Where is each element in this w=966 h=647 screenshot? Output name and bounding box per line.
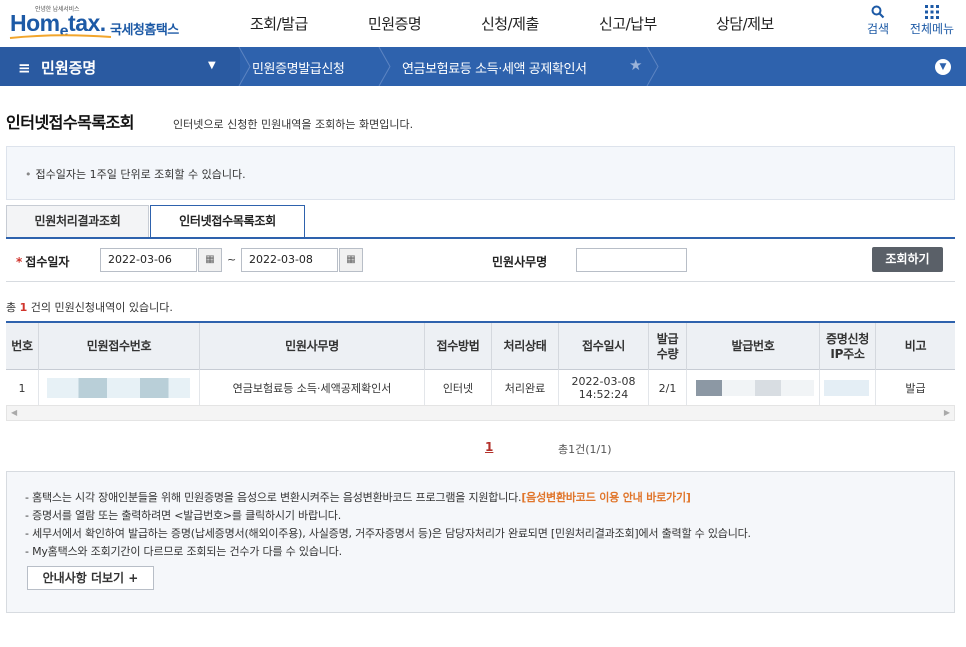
hometax-logo[interactable]: 안녕한 납세서비스 Hometax. 국세청홈택스 — [8, 4, 193, 44]
notice-box: • 접수일자는 1주일 단위로 조회할 수 있습니다. — [6, 146, 955, 200]
caret-down-icon: ▼ — [208, 60, 216, 71]
column-header: 비고 — [904, 339, 927, 353]
guide-box: - 홈택스는 시각 장애인분들을 위해 민원증명을 음성으로 변환시켜주는 음성… — [6, 471, 955, 613]
column-header: 발급번호 — [687, 323, 820, 370]
guide-item: - 증명서를 열람 또는 출력하려면 <발급번호>를 클릭하시기 바랍니다. — [25, 509, 342, 522]
breadcrumb-separator-icon — [238, 47, 251, 86]
search-form: * 접수일자 2022-03-06 ▦ ~ 2022-03-08 ▦ 민원사무명 … — [6, 239, 955, 282]
date-from-input[interactable]: 2022-03-06 — [100, 248, 197, 272]
scroll-left-icon[interactable]: ◀ — [11, 408, 17, 417]
page-description: 인터넷으로 신청한 민원내역을 조회하는 화면입니다. — [173, 118, 414, 131]
receipt-date: 2022-03-08 — [571, 375, 636, 388]
top-header: 안녕한 납세서비스 Hometax. 국세청홈택스 조회/발급 민원증명 신청/… — [0, 0, 966, 47]
cell-service-name: 연금보험료등 소득·세액공제확인서 — [200, 370, 425, 406]
guide-item: - My홈택스와 조회기간이 다르므로 조회되는 건수가 다를 수 있습니다. — [25, 545, 342, 558]
receipt-time: 14:52:24 — [578, 388, 629, 401]
cell-note: 발급 — [905, 381, 926, 395]
favorite-star-icon[interactable]: ★ — [629, 56, 642, 74]
breadcrumb-item-current[interactable]: 연금보험료등 소득·세액 공제확인서 — [402, 58, 587, 77]
cell-no: 1 — [6, 370, 39, 406]
gnb-report-pay[interactable]: 신고/납부 — [599, 13, 657, 34]
tab-result-inquiry[interactable]: 민원처리결과조회 — [6, 205, 149, 238]
page-title: 인터넷접수목록조회 — [6, 113, 134, 132]
search-button[interactable]: 조회하기 — [872, 247, 943, 272]
calendar-icon[interactable]: ▦ — [198, 248, 222, 272]
bullet-icon: • — [25, 168, 32, 181]
date-range-separator: ~ — [227, 253, 237, 266]
date-label: * 접수일자 — [16, 255, 70, 269]
all-menu-tool[interactable]: 전체메뉴 — [906, 2, 958, 37]
table-header: 번호 민원접수번호 민원사무명 접수방법 처리상태 접수일시 발급 수량 발급번… — [6, 323, 955, 370]
cell-issue-no[interactable] — [687, 370, 820, 406]
horizontal-scrollbar[interactable]: ◀ ▶ — [6, 405, 955, 421]
masked-value — [47, 378, 190, 398]
gnb-apply-submit[interactable]: 신청/제출 — [481, 13, 539, 34]
guide-list: - 홈택스는 시각 장애인분들을 위해 민원증명을 음성으로 변환시켜주는 음성… — [25, 489, 751, 561]
receipt-table: 번호 민원접수번호 민원사무명 접수방법 처리상태 접수일시 발급 수량 발급번… — [6, 321, 955, 407]
cell-quantity: 2/1 — [649, 370, 687, 406]
tab-internet-receipt[interactable]: 인터넷접수목록조회 — [150, 205, 305, 238]
date-to-input[interactable]: 2022-03-08 — [241, 248, 338, 272]
calendar-icon[interactable]: ▦ — [339, 248, 363, 272]
cell-receipt-datetime: 2022-03-08 14:52:24 — [559, 370, 649, 406]
pagination-total: 총1건(1/1) — [558, 443, 612, 456]
cell-ip — [820, 370, 876, 406]
column-header: 번호 — [6, 323, 39, 370]
voice-barcode-link[interactable]: [음성변환바코드 이용 안내 바로가기] — [521, 491, 691, 504]
service-name-input[interactable] — [576, 248, 687, 272]
grid-menu-icon — [906, 2, 958, 20]
expand-chevron-icon[interactable]: ▼ — [935, 59, 951, 75]
column-header: 처리상태 — [492, 323, 559, 370]
search-label: 검색 — [866, 22, 890, 36]
cell-receipt-no — [39, 370, 200, 406]
menu-dropdown-title: ≡ 민원증명 — [18, 59, 97, 77]
breadcrumb-bar: ≡ 민원증명 ▼ 민원증명발급신청 연금보험료등 소득·세액 공제확인서 ★ ▼ — [0, 47, 966, 86]
search-icon — [861, 2, 895, 20]
logo-swoosh-icon — [9, 34, 112, 39]
all-menu-label: 전체메뉴 — [909, 22, 955, 36]
page-link-current[interactable]: 1 — [485, 440, 493, 454]
menu-dropdown[interactable]: ≡ 민원증명 ▼ — [0, 47, 240, 86]
column-header: 접수방법 — [425, 323, 492, 370]
gnb-consult[interactable]: 상담/제보 — [716, 13, 774, 34]
breadcrumb-separator-icon — [646, 47, 659, 86]
column-header: 접수일시 — [559, 323, 649, 370]
guide-item: - 홈택스는 시각 장애인분들을 위해 민원증명을 음성으로 변환시켜주는 음성… — [25, 491, 691, 504]
guide-item: - 세무서에서 확인하여 발급하는 증명(납세증명서(해외이주용), 사실증명,… — [25, 527, 751, 540]
scroll-right-icon[interactable]: ▶ — [944, 408, 950, 417]
column-header: 증명신청 IP주소 — [820, 323, 876, 370]
logo-korean-name: 국세청홈택스 — [110, 23, 179, 38]
service-name-label: 민원사무명 — [492, 255, 548, 269]
breadcrumb-separator-icon — [378, 47, 391, 86]
breadcrumb-item-apply[interactable]: 민원증명발급신청 — [252, 58, 345, 77]
logo-brand: Hometax. — [10, 10, 106, 40]
search-tool[interactable]: 검색 — [861, 2, 895, 37]
more-info-button[interactable]: 안내사항 더보기 + — [27, 566, 154, 590]
column-header: 민원접수번호 — [39, 323, 200, 370]
masked-value — [824, 380, 869, 396]
table-row[interactable]: 1 연금보험료등 소득·세액공제확인서 인터넷 처리완료 2022-03-08 … — [6, 370, 955, 407]
column-header: 발급 수량 — [649, 323, 687, 370]
notice-text: • 접수일자는 1주일 단위로 조회할 수 있습니다. — [25, 168, 246, 181]
cell-method: 인터넷 — [425, 370, 492, 406]
masked-value — [696, 380, 814, 396]
cell-status: 처리완료 — [492, 370, 559, 406]
gnb-inquiry-issue[interactable]: 조회/발급 — [250, 13, 308, 34]
gnb-certificates[interactable]: 민원증명 — [368, 13, 422, 34]
column-header: 민원사무명 — [200, 323, 425, 370]
result-count: 총 1 건의 민원신청내역이 있습니다. — [6, 301, 173, 314]
